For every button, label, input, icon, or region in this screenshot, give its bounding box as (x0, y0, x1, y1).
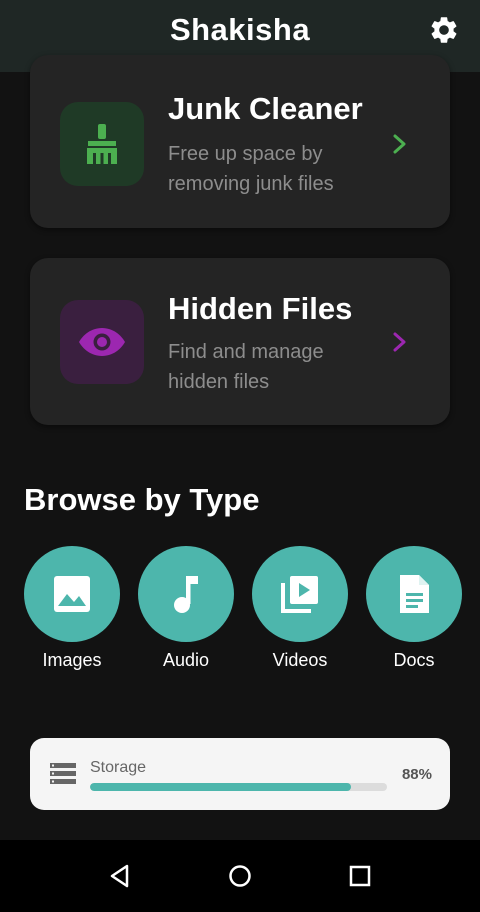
music-note-icon (174, 576, 198, 613)
junk-cleaner-card[interactable]: Junk Cleaner Free up space by removing j… (30, 55, 450, 228)
recents-icon[interactable] (346, 862, 374, 890)
storage-icon (50, 763, 76, 784)
browse-types-row: Images Audio Videos Docs (0, 546, 480, 676)
gear-icon[interactable] (428, 14, 460, 46)
type-videos-label: Videos (272, 650, 328, 670)
browse-by-type-heading: Browse by Type (24, 482, 260, 517)
type-audio-label: Audio (162, 650, 210, 670)
type-images-label: Images (42, 650, 102, 670)
eye-icon (79, 328, 125, 356)
type-images-circle (24, 546, 120, 642)
storage-percent: 88% (401, 766, 432, 783)
hidden-files-card[interactable]: Hidden Files Find and manage hidden file… (30, 258, 450, 425)
type-docs[interactable]: Docs (366, 546, 462, 671)
type-videos[interactable]: Videos (252, 546, 348, 671)
app-title: Shakisha (169, 12, 311, 47)
chevron-right-icon (393, 134, 406, 154)
hidden-files-title: Hidden Files (168, 291, 353, 326)
junk-cleaner-description: Free up space by removing junk files (168, 143, 334, 195)
image-icon (54, 576, 90, 612)
type-audio-circle (138, 546, 234, 642)
hidden-files-description: Find and manage hidden files (168, 341, 324, 393)
storage-label: Storage (90, 759, 147, 776)
video-library-icon (281, 576, 318, 613)
storage-card[interactable]: Storage 88% (30, 738, 450, 810)
hidden-files-icon-box (60, 300, 144, 384)
system-nav-bar (0, 840, 480, 912)
type-images[interactable]: Images (24, 546, 120, 671)
back-icon[interactable] (106, 862, 134, 890)
chevron-right-icon (393, 332, 406, 352)
broom-icon (87, 124, 117, 164)
home-icon[interactable] (226, 862, 254, 890)
junk-cleaner-title: Junk Cleaner (168, 91, 363, 126)
junk-cleaner-icon-box (60, 102, 144, 186)
type-videos-circle (252, 546, 348, 642)
type-audio[interactable]: Audio (138, 546, 234, 671)
storage-progress-fill (90, 783, 352, 791)
document-icon (400, 575, 429, 613)
storage-progress-track (90, 783, 387, 791)
type-docs-circle (366, 546, 462, 642)
type-docs-label: Docs (393, 650, 435, 670)
